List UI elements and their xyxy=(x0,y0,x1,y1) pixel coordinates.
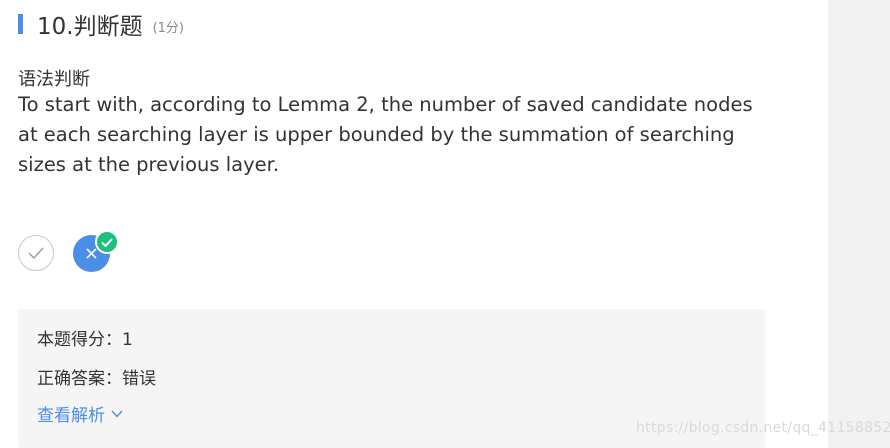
watermark-text: https://blog.csdn.net/qq_41158852 xyxy=(636,420,890,436)
title-accent-bar xyxy=(18,14,23,34)
chevron-down-icon xyxy=(111,410,123,418)
question-header: 10.判断题 (1分) xyxy=(18,10,184,40)
view-analysis-link[interactable]: 查看解析 xyxy=(37,401,123,426)
question-title: 10.判断题 xyxy=(37,14,143,40)
question-score-note: (1分) xyxy=(152,21,184,36)
question-type-label: 语法判断 xyxy=(18,69,90,90)
question-text: To start with, according to Lemma 2, the… xyxy=(18,93,753,176)
selected-badge xyxy=(95,230,119,254)
check-icon xyxy=(101,237,113,247)
option-true-button[interactable] xyxy=(18,235,54,271)
score-result: 本题得分：1 xyxy=(37,330,133,350)
view-analysis-label: 查看解析 xyxy=(37,406,105,426)
check-icon xyxy=(28,247,44,259)
right-side-panel xyxy=(828,0,890,448)
correct-answer: 正确答案：错误 xyxy=(37,369,156,389)
close-icon xyxy=(86,248,97,259)
